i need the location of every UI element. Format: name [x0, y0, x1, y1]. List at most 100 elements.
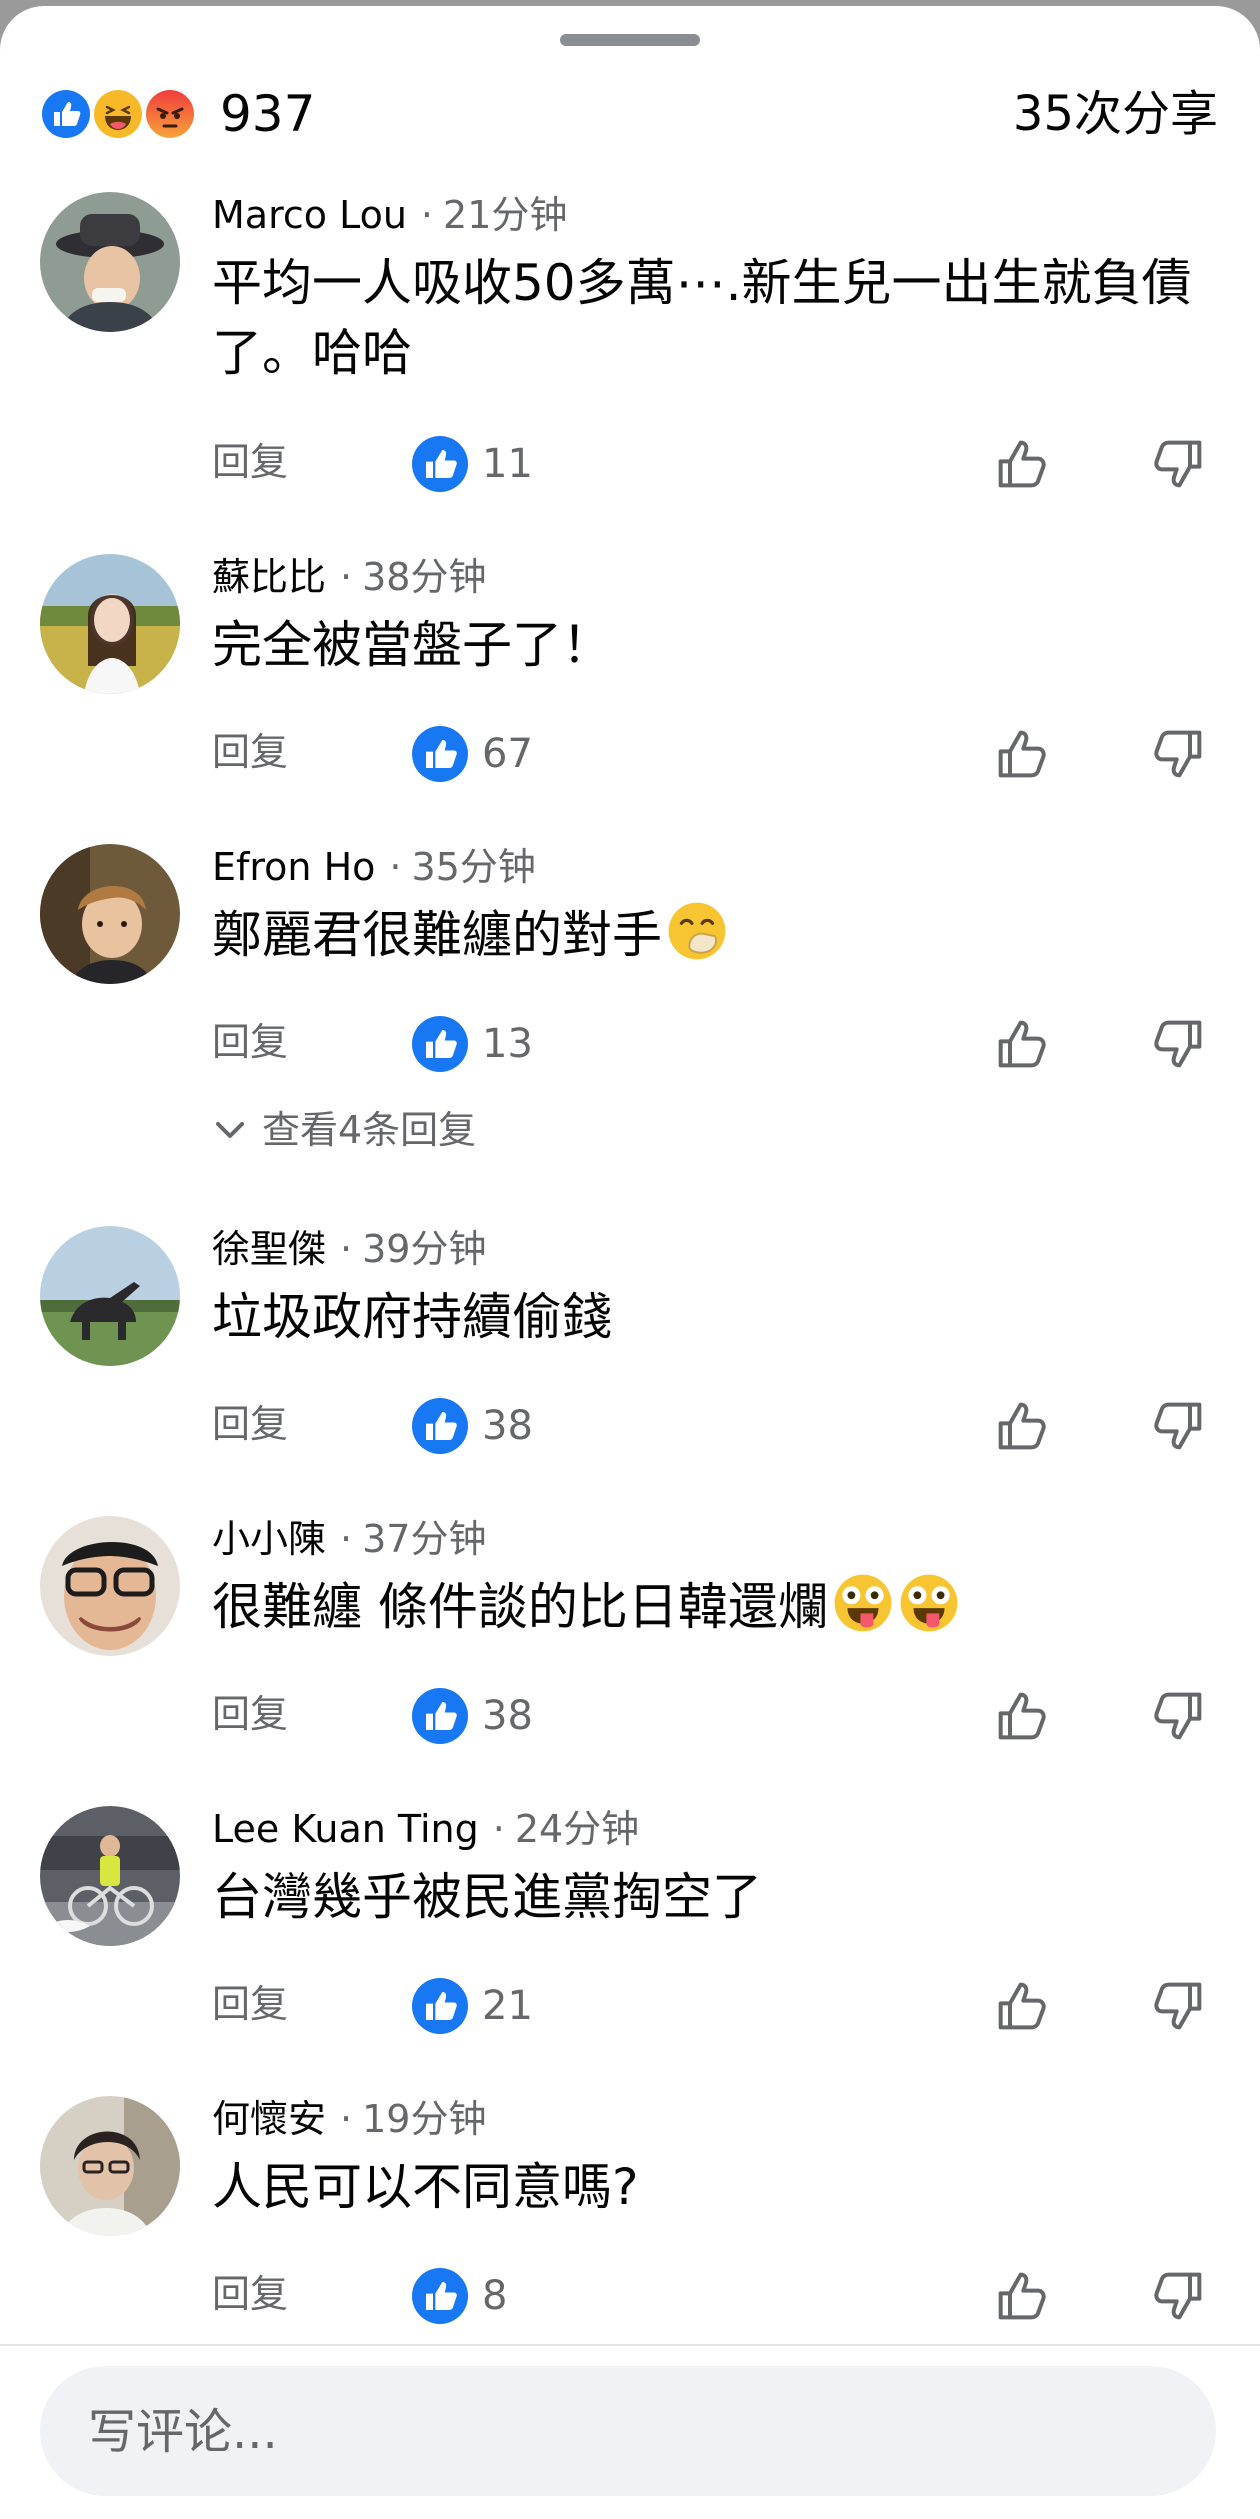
avatar[interactable] [40, 554, 180, 694]
comment-time[interactable]: 39分钟 [362, 1227, 486, 1271]
comment-text: 鄭麗君很難纏的對手 [212, 906, 662, 964]
downvote-icon[interactable] [1146, 1974, 1210, 2038]
author-name[interactable]: 蘇比比 [212, 555, 326, 599]
downvote-icon[interactable] [1146, 1684, 1210, 1748]
comment-actions: 回复 67 [212, 722, 1212, 782]
like-count[interactable]: 11 [482, 432, 533, 496]
avatar[interactable] [40, 192, 180, 332]
upvote-icon[interactable] [990, 1684, 1054, 1748]
author-name[interactable]: Marco Lou [212, 193, 407, 237]
author-name[interactable]: Lee Kuan Ting [212, 1807, 479, 1851]
reply-button[interactable]: 回复 [212, 2264, 288, 2324]
like-count[interactable]: 8 [482, 2264, 507, 2328]
downvote-icon[interactable] [1146, 1012, 1210, 1076]
reaction-summary[interactable]: 937 35次分享 [38, 84, 1218, 144]
comments-sheet: 937 35次分享 Marco Lou · 21分钟 平均一人吸收50多萬⋯.新生兒… [0, 6, 1260, 2519]
like-badge-icon[interactable] [412, 1398, 468, 1454]
drag-handle[interactable] [560, 34, 700, 46]
meta-separator: · [340, 2097, 353, 2141]
reply-button[interactable]: 回复 [212, 432, 288, 492]
comment-text: 平均一人吸收50多萬⋯.新生兒一出生就負債了。哈哈 [212, 254, 1192, 382]
like-count[interactable]: 21 [482, 1974, 533, 2038]
comment-meta: Efron Ho · 35分钟 [212, 842, 536, 892]
like-badge-icon[interactable] [412, 1688, 468, 1744]
comment-meta: Lee Kuan Ting · 24分钟 [212, 1804, 639, 1854]
meta-separator: · [340, 1517, 353, 1561]
comment-composer[interactable] [40, 2366, 1216, 2498]
reply-button[interactable]: 回复 [212, 1012, 288, 1072]
reply-button[interactable]: 回复 [212, 1974, 288, 2034]
author-name[interactable]: 徐聖傑 [212, 1227, 326, 1271]
view-replies-label: 查看4条回复 [262, 1108, 477, 1152]
angry-icon [142, 86, 198, 142]
avatar[interactable] [40, 2096, 180, 2236]
author-name[interactable]: 何懷安 [212, 2097, 326, 2141]
comment-actions: 回复 11 [212, 432, 1212, 492]
haha-icon [90, 86, 146, 142]
meta-separator: · [340, 1227, 353, 1271]
comment-time[interactable]: 38分钟 [362, 555, 486, 599]
upvote-icon[interactable] [990, 432, 1054, 496]
composer-divider [0, 2344, 1260, 2346]
like-count[interactable]: 13 [482, 1012, 533, 1076]
view-replies-link[interactable]: 查看4条回复 [212, 1100, 476, 1160]
meta-separator: · [340, 555, 353, 599]
comment-time[interactable]: 37分钟 [362, 1517, 486, 1561]
comment-actions: 回复 13 [212, 1012, 1212, 1072]
like-badge-icon[interactable] [412, 436, 468, 492]
comment-body: 鄭麗君很難纏的對手 [212, 900, 1212, 970]
comment-meta: 蘇比比 · 38分钟 [212, 552, 486, 602]
like-count[interactable]: 38 [482, 1684, 533, 1748]
upvote-icon[interactable] [990, 1974, 1054, 2038]
like-badge-icon[interactable] [412, 2268, 468, 2324]
comment-actions: 回复 38 [212, 1394, 1212, 1454]
reply-button[interactable]: 回复 [212, 1684, 288, 1744]
downvote-icon[interactable] [1146, 722, 1210, 786]
reply-button[interactable]: 回复 [212, 1394, 288, 1454]
downvote-icon[interactable] [1146, 432, 1210, 496]
comment-time[interactable]: 19分钟 [362, 2097, 486, 2141]
reply-button[interactable]: 回复 [212, 722, 288, 782]
comment-time[interactable]: 24分钟 [515, 1807, 639, 1851]
share-count[interactable]: 35次分享 [1013, 84, 1218, 144]
upvote-icon[interactable] [990, 1012, 1054, 1076]
comment-actions: 回复 38 [212, 1684, 1212, 1744]
like-count[interactable]: 38 [482, 1394, 533, 1458]
avatar[interactable] [40, 1516, 180, 1656]
author-name[interactable]: 小小陳 [212, 1517, 326, 1561]
comment-text: 完全被當盤子了！ [212, 616, 612, 674]
comment-meta: 何懷安 · 19分钟 [212, 2094, 486, 2144]
avatar[interactable] [40, 844, 180, 984]
comment-body: 很難纏 條件談的比日韓還爛 [212, 1572, 1212, 1642]
like-badge-icon[interactable] [412, 1016, 468, 1072]
comment-meta: 徐聖傑 · 39分钟 [212, 1224, 486, 1274]
upvote-icon[interactable] [990, 2264, 1054, 2328]
meta-separator: · [389, 845, 402, 889]
comment-text: 垃圾政府持續偷錢 [212, 1288, 612, 1346]
downvote-icon[interactable] [1146, 1394, 1210, 1458]
meta-separator: · [420, 193, 434, 237]
comment-meta: Marco Lou · 21分钟 [212, 190, 567, 240]
comment-text: 人民可以不同意嗎? [212, 2158, 639, 2216]
comment-actions: 回复 8 [212, 2264, 1212, 2324]
comment-actions: 回复 21 [212, 1974, 1212, 2034]
comment-text: 很難纏 條件談的比日韓還爛 [212, 1578, 828, 1636]
author-name[interactable]: Efron Ho [212, 845, 375, 889]
comment-time[interactable]: 21分钟 [443, 193, 567, 237]
downvote-icon[interactable] [1146, 2264, 1210, 2328]
comment-text: 台灣幾乎被民進黨掏空了 [212, 1868, 762, 1926]
avatar[interactable] [40, 1226, 180, 1366]
zany-face-icon [898, 1572, 960, 1634]
like-badge-icon[interactable] [412, 1978, 468, 2034]
reaction-count[interactable]: 937 [220, 84, 315, 144]
comment-time[interactable]: 35分钟 [412, 845, 536, 889]
zany-face-icon [832, 1572, 894, 1634]
like-badge-icon[interactable] [412, 726, 468, 782]
like-count[interactable]: 67 [482, 722, 533, 786]
face-with-hand-over-mouth-icon [666, 900, 728, 962]
comment-input[interactable] [86, 2366, 1170, 2498]
upvote-icon[interactable] [990, 722, 1054, 786]
avatar[interactable] [40, 1806, 180, 1946]
comment-meta: 小小陳 · 37分钟 [212, 1514, 486, 1564]
upvote-icon[interactable] [990, 1394, 1054, 1458]
